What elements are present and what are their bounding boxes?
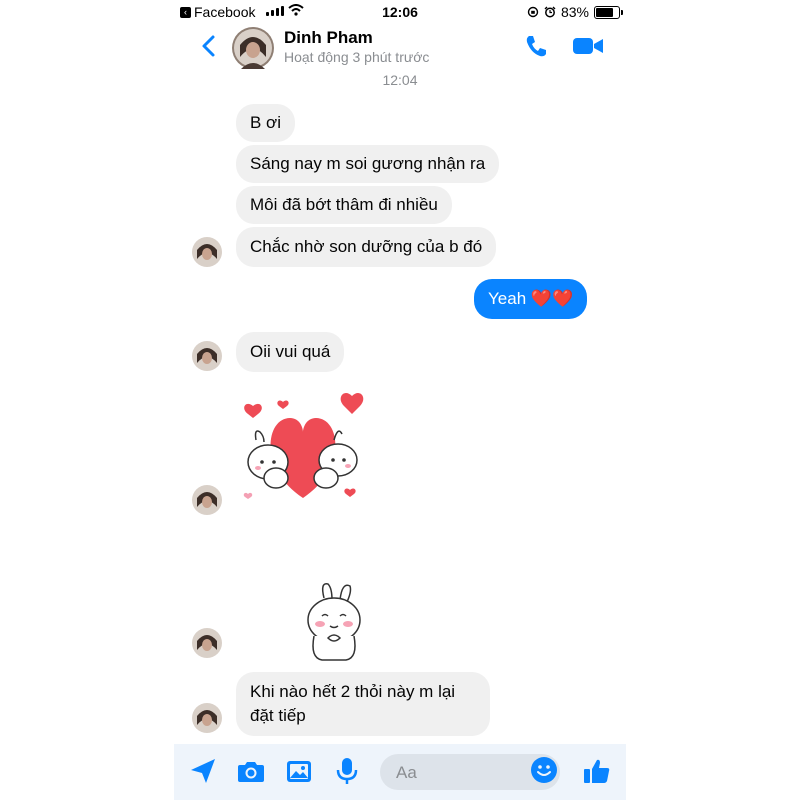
contact-mini-avatar[interactable] [192,341,222,371]
status-bar: ‹ Facebook 12:06 83% [174,0,626,24]
emoji-icon[interactable] [530,756,558,784]
battery-icon [594,5,623,19]
send-location-icon[interactable] [188,756,218,786]
chat-header: Dinh Pham Hoạt động 3 phút trước [174,24,626,70]
message-timestamp: 12:04 [382,72,418,88]
heart-bunnies-sticker[interactable] [238,388,368,510]
message-input-placeholder: Aa [396,763,417,782]
message-composer: Aa [174,744,626,800]
camera-icon[interactable] [236,756,266,786]
video-camera-icon[interactable] [572,34,604,58]
contact-mini-avatar[interactable] [192,628,222,658]
message-bubble-incoming[interactable]: B ơi [236,104,295,142]
messenger-screen: ‹ Facebook 12:06 83% Dinh Pham Hoạt động… [174,0,626,800]
message-bubble-incoming[interactable]: Khi nào hết 2 thỏi này m lại đặt tiếp [236,672,490,736]
battery-percent: 83% [560,4,589,20]
message-bubble-incoming[interactable]: Môi đã bớt thâm đi nhiều [236,186,452,224]
contact-active-status: Hoạt động 3 phút trước [284,49,430,65]
shy-bunny-sticker[interactable] [300,580,364,662]
phone-icon[interactable] [522,32,550,60]
message-bubble-incoming[interactable]: Oii vui quá [236,332,345,372]
photo-icon[interactable] [284,756,314,786]
message-bubble-incoming[interactable]: Chắc nhờ son dưỡng của b đó [236,227,497,267]
message-bubble-outgoing[interactable]: Yeah ❤️❤️ [474,279,588,319]
alarm-icon [544,6,556,18]
contact-name[interactable]: Dinh Pham [284,28,373,48]
microphone-icon[interactable] [332,756,362,786]
contact-mini-avatar[interactable] [192,703,222,733]
contact-avatar[interactable] [232,27,274,69]
contact-mini-avatar[interactable] [192,237,222,267]
orientation-lock-icon [527,6,539,18]
back-chevron-icon[interactable] [196,32,224,60]
message-bubble-incoming[interactable]: Sáng nay m soi gương nhận ra [236,145,500,183]
thumbs-up-icon[interactable] [582,756,612,786]
contact-mini-avatar[interactable] [192,485,222,515]
